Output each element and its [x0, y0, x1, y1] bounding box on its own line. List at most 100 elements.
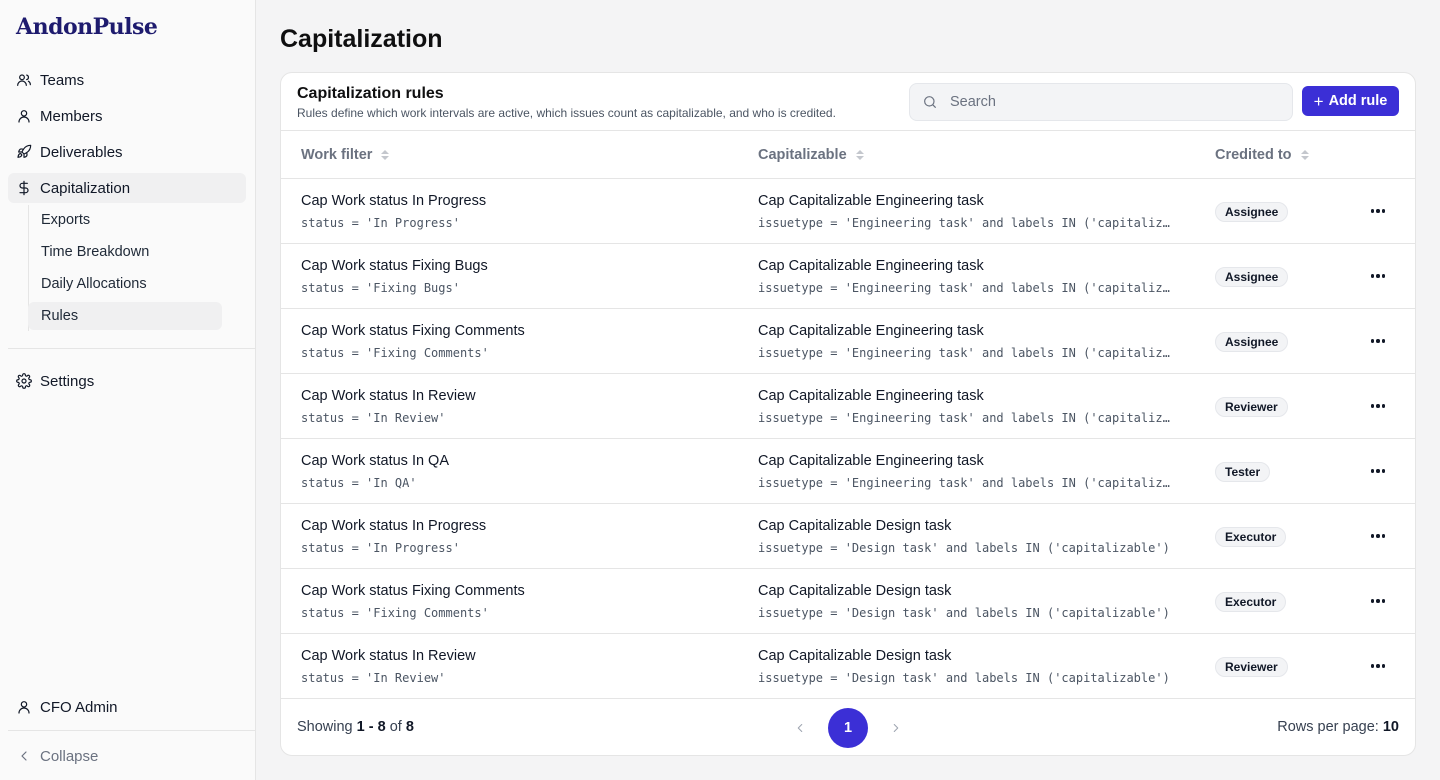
chevron-left-icon — [16, 748, 32, 764]
user-icon — [16, 108, 32, 124]
next-page-button[interactable] — [886, 718, 906, 738]
table-row[interactable]: Cap Work status In Progress status = 'In… — [281, 504, 1415, 569]
ellipsis-icon — [1370, 599, 1375, 603]
sidebar-subitem-label: Exports — [41, 212, 91, 228]
previous-page-button[interactable] — [790, 718, 810, 738]
column-header-capitalizable[interactable]: Capitalizable — [758, 147, 864, 163]
capitalizable-query: issuetype = 'Engineering task' and label… — [758, 476, 1172, 490]
app-logo[interactable]: AndonPulse — [16, 14, 158, 40]
column-header-work-filter[interactable]: Work filter — [301, 147, 390, 163]
work-filter-query: status = 'Fixing Bugs' — [301, 281, 460, 295]
ellipsis-icon — [1370, 404, 1375, 408]
add-rule-button[interactable]: + Add rule — [1302, 86, 1399, 116]
rows-per-page-label: Rows per page: — [1277, 719, 1379, 735]
row-actions-button[interactable] — [1365, 201, 1391, 221]
capitalizable-name: Cap Capitalizable Engineering task — [758, 323, 984, 339]
ellipsis-icon — [1370, 339, 1375, 343]
capitalizable-name: Cap Capitalizable Design task — [758, 648, 952, 664]
credited-badge: Tester — [1215, 462, 1271, 482]
card-title: Capitalization rules — [297, 85, 444, 102]
plus-icon: + — [1313, 91, 1324, 111]
showing-range: 1 - 8 — [356, 719, 386, 735]
column-header-label: Credited to — [1215, 147, 1292, 163]
work-filter-name: Cap Work status Fixing Bugs — [301, 258, 488, 274]
rocket-icon — [16, 144, 32, 160]
collapse-button[interactable]: Collapse — [8, 741, 246, 771]
sidebar-subitem-label: Rules — [41, 308, 79, 324]
dollar-icon — [16, 180, 32, 196]
sidebar-subitem-exports[interactable]: Exports — [28, 206, 222, 234]
showing-prefix: Showing — [297, 719, 353, 735]
work-filter-query: status = 'Fixing Comments' — [301, 606, 489, 620]
column-header-label: Capitalizable — [758, 147, 847, 163]
table-row[interactable]: Cap Work status In Review status = 'In R… — [281, 634, 1415, 699]
capitalizable-query: issuetype = 'Engineering task' and label… — [758, 346, 1172, 360]
sidebar-subitem-daily-allocations[interactable]: Daily Allocations — [28, 270, 222, 298]
sidebar-item-teams[interactable]: Teams — [8, 65, 246, 95]
table-row[interactable]: Cap Work status In QA status = 'In QA' C… — [281, 439, 1415, 504]
rows-per-page-selector[interactable]: Rows per page: 10 — [1277, 719, 1399, 735]
search-input[interactable] — [950, 94, 1270, 110]
table-row[interactable]: Cap Work status Fixing Comments status =… — [281, 569, 1415, 634]
row-actions-button[interactable] — [1365, 331, 1391, 351]
credited-badge: Reviewer — [1215, 397, 1288, 417]
collapse-label: Collapse — [40, 747, 99, 765]
sort-icon — [855, 150, 864, 160]
row-actions-button[interactable] — [1365, 526, 1391, 546]
search-box[interactable] — [909, 83, 1293, 121]
row-actions-button[interactable] — [1365, 656, 1391, 676]
sidebar-divider — [8, 730, 255, 731]
work-filter-name: Cap Work status In QA — [301, 453, 450, 469]
row-actions-button[interactable] — [1365, 591, 1391, 611]
sidebar-item-label: Members — [40, 107, 103, 125]
work-filter-name: Cap Work status In Progress — [301, 518, 487, 534]
work-filter-name: Cap Work status Fixing Comments — [301, 583, 525, 599]
table-row[interactable]: Cap Work status Fixing Bugs status = 'Fi… — [281, 244, 1415, 309]
sidebar-user-label: CFO Admin — [40, 698, 118, 716]
work-filter-query: status = 'In QA' — [301, 476, 417, 490]
work-filter-query: status = 'In Progress' — [301, 216, 460, 230]
sidebar-user-cfo-admin[interactable]: CFO Admin — [8, 692, 246, 722]
sidebar-subitem-time-breakdown[interactable]: Time Breakdown — [28, 238, 222, 266]
credited-badge: Executor — [1215, 527, 1287, 547]
capitalizable-query: issuetype = 'Engineering task' and label… — [758, 411, 1172, 425]
users-icon — [16, 72, 32, 88]
page-1-button[interactable]: 1 — [828, 708, 868, 748]
capitalizable-query: issuetype = 'Design task' and labels IN … — [758, 606, 1170, 620]
rules-card: Capitalization rules Rules define which … — [280, 72, 1416, 756]
sidebar-item-members[interactable]: Members — [8, 101, 246, 131]
work-filter-query: status = 'Fixing Comments' — [301, 346, 489, 360]
sidebar-item-capitalization[interactable]: Capitalization — [8, 173, 246, 203]
row-actions-button[interactable] — [1365, 396, 1391, 416]
capitalizable-name: Cap Capitalizable Engineering task — [758, 453, 984, 469]
ellipsis-icon — [1370, 534, 1375, 538]
capitalizable-query: issuetype = 'Design task' and labels IN … — [758, 541, 1170, 555]
page-title: Capitalization — [280, 25, 443, 53]
table-header: Work filter Capitalizable Credited to — [281, 130, 1415, 179]
sidebar-item-deliverables[interactable]: Deliverables — [8, 137, 246, 167]
credited-badge: Assignee — [1215, 202, 1289, 222]
table-row[interactable]: Cap Work status In Review status = 'In R… — [281, 374, 1415, 439]
table-row[interactable]: Cap Work status In Progress status = 'In… — [281, 179, 1415, 244]
search-icon — [922, 94, 938, 110]
sidebar-item-label: Teams — [40, 71, 85, 89]
sidebar-item-label: Deliverables — [40, 143, 123, 161]
ellipsis-icon — [1370, 664, 1375, 668]
work-filter-name: Cap Work status Fixing Comments — [301, 323, 525, 339]
row-actions-button[interactable] — [1365, 266, 1391, 286]
row-actions-button[interactable] — [1365, 461, 1391, 481]
ellipsis-icon — [1370, 274, 1375, 278]
table-row[interactable]: Cap Work status Fixing Comments status =… — [281, 309, 1415, 374]
sort-icon — [1300, 150, 1309, 160]
capitalizable-name: Cap Capitalizable Design task — [758, 518, 952, 534]
card-subtitle: Rules define which work intervals are ac… — [297, 106, 836, 120]
sidebar-divider — [8, 348, 255, 349]
showing-of: of — [389, 719, 402, 735]
capitalizable-name: Cap Capitalizable Engineering task — [758, 193, 984, 209]
sidebar-item-label: Settings — [40, 372, 95, 390]
capitalizable-query: issuetype = 'Design task' and labels IN … — [758, 671, 1170, 685]
sidebar-subitem-label: Daily Allocations — [41, 276, 147, 292]
sidebar-item-settings[interactable]: Settings — [8, 366, 246, 396]
sidebar-subitem-rules[interactable]: Rules — [28, 302, 222, 330]
column-header-credited-to[interactable]: Credited to — [1215, 147, 1309, 163]
